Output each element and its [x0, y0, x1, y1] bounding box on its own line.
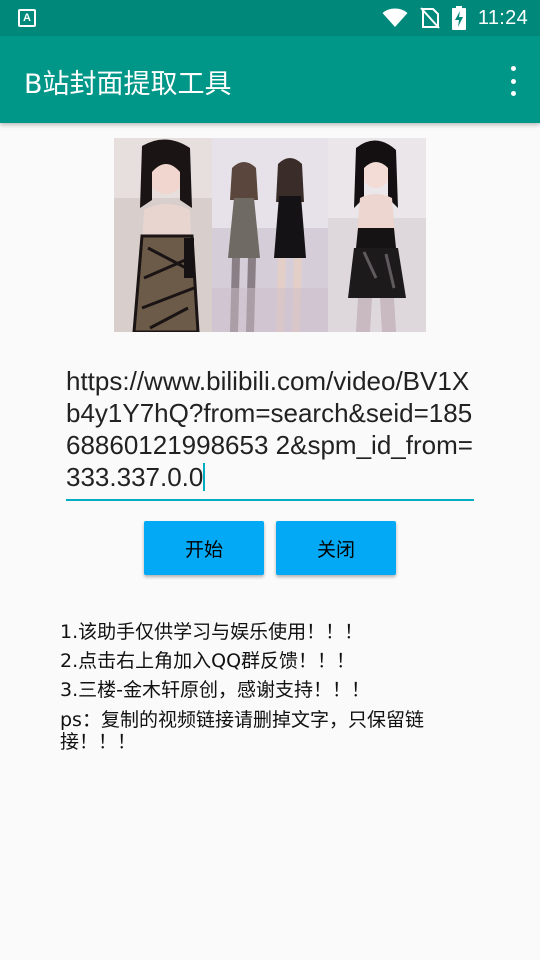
input-underline: [66, 499, 474, 501]
app-bar: B站封面提取工具: [0, 36, 540, 123]
status-icons: 11:24: [382, 0, 528, 36]
note-line-1: 1.该助手仅供学习与娱乐使用！！！: [60, 621, 364, 643]
app-title: B站封面提取工具: [24, 69, 232, 100]
no-sim-icon: [420, 7, 440, 29]
start-button[interactable]: 开始: [144, 521, 264, 575]
note-line-2: 2.点击右上角加入QQ群反馈！！！: [60, 650, 356, 672]
video-cover-image: [114, 138, 426, 332]
notification-app-icon: A: [18, 9, 36, 27]
note-line-ps: ps：复制的视频链接请删掉文字，只保留链接！！！: [60, 709, 424, 753]
text-cursor: [203, 463, 206, 491]
instructions-text: 1.该助手仅供学习与娱乐使用！！！ 2.点击右上角加入QQ群反馈！！！ 3.三楼…: [60, 618, 480, 753]
note-line-3: 3.三楼-金木轩原创，感谢支持！！！: [60, 679, 370, 701]
close-button[interactable]: 关闭: [276, 521, 396, 575]
clock-time: 11:24: [477, 6, 528, 29]
url-input-value[interactable]: https://www.bilibili.com/video/BV1Xb4y1Y…: [66, 366, 473, 492]
url-input[interactable]: https://www.bilibili.com/video/BV1Xb4y1Y…: [66, 365, 474, 501]
battery-charging-icon: [451, 6, 466, 30]
cover-image-art: [114, 138, 426, 332]
more-vert-icon[interactable]: [506, 66, 520, 96]
wifi-icon: [382, 8, 408, 27]
status-bar: A 11:24: [0, 0, 540, 36]
